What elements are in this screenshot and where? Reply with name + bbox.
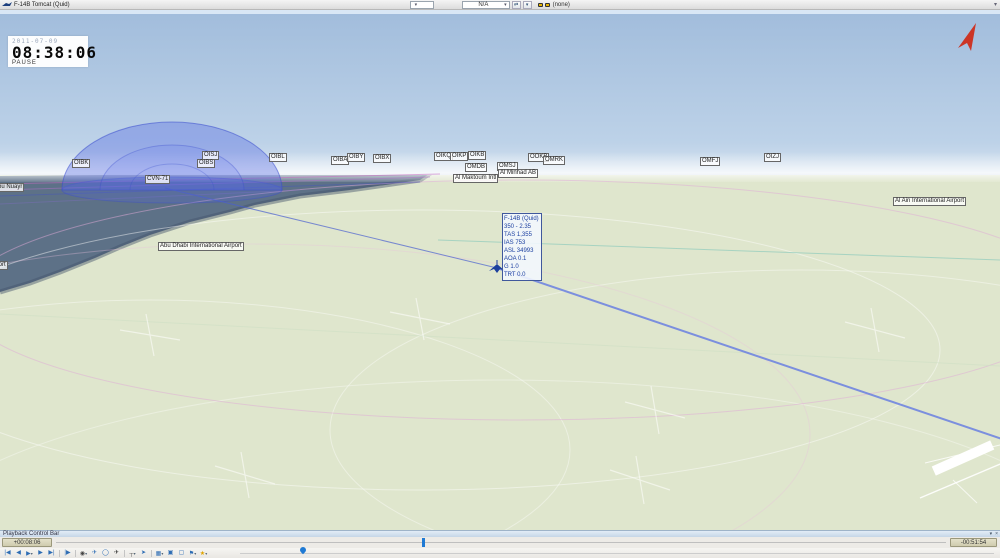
- telemetry-title: F-14B (Quid): [504, 216, 539, 222]
- vr-device-label: (none): [552, 1, 570, 8]
- cockpit-view-button[interactable]: ✈: [111, 549, 122, 558]
- aircraft-view-button[interactable]: ✈: [89, 549, 100, 558]
- map-label[interactable]: Abu Dhabi International Airport: [158, 242, 244, 251]
- timeline-rail: [56, 542, 946, 543]
- toolbar-separator: [75, 549, 76, 557]
- elapsed-time-button[interactable]: +00:08:06: [2, 538, 52, 547]
- playback-buttons: |◀ ◀ ▶▾ ▶ ▶| |▶ ◉▾ ✈ ◯ ✈ ┬▾ ➤ ▦▾ ▣ ▢ ⚑▾ ★▾: [2, 549, 209, 558]
- play-button[interactable]: ▶▾: [24, 549, 35, 558]
- labels-button[interactable]: ▣: [165, 549, 176, 558]
- map-label[interactable]: Abu Nuayr: [0, 183, 25, 192]
- map-label[interactable]: OIBL: [269, 153, 287, 162]
- jump-to-start-button[interactable]: |◀: [2, 549, 13, 558]
- map-label[interactable]: OMRK: [543, 156, 565, 165]
- map-label[interactable]: CVN-71: [145, 175, 171, 184]
- map-label[interactable]: OIBS: [197, 159, 216, 168]
- previous-sample-button[interactable]: ◀: [13, 549, 24, 558]
- toolbar-separator: [59, 549, 60, 557]
- favorites-button[interactable]: ★▾: [198, 549, 209, 558]
- telemetry-line: TRT 0.0: [504, 272, 526, 278]
- camera-button[interactable]: ◉▾: [78, 549, 89, 558]
- toolbar-separator: [151, 549, 152, 557]
- telemetry-line: ASL 34993: [504, 248, 534, 254]
- telemetry-popup: F-14B (Quid) 350 - 2.35 TAS 1,355 IAS 753 A…: [502, 213, 542, 281]
- map-label[interactable]: Airport: [0, 261, 8, 270]
- window-title: F-14B Tomcat (Quid): [14, 1, 70, 8]
- realtime-play-button[interactable]: |▶: [62, 549, 73, 558]
- telemetry-line: G 1.0: [504, 264, 519, 270]
- vr-glasses-icon[interactable]: [537, 2, 550, 8]
- jump-to-end-button[interactable]: ▶|: [46, 549, 57, 558]
- map-label[interactable]: Al Ain International Airport: [893, 197, 967, 206]
- globe-view-button[interactable]: ◯: [100, 549, 111, 558]
- telemetry-line: IAS 753: [504, 240, 526, 246]
- telemetry-lines: 350 - 2.35 TAS 1,355 IAS 753 ASL 34993 AOA 0…: [504, 223, 540, 279]
- clock-time: 08:38:06: [12, 43, 98, 62]
- telemetry-line: TAS 1,355: [504, 232, 532, 238]
- map-label[interactable]: OIKB: [468, 151, 487, 160]
- top-toolbar: F-14B Tomcat (Quid) ▾ N/A ▾ ⇄ ▾ (none) ▾: [0, 0, 1000, 10]
- swap-objects-button[interactable]: ▾: [522, 0, 532, 9]
- selection-button[interactable]: ➤: [138, 549, 149, 558]
- telemetry-button[interactable]: ┬▾: [127, 549, 138, 558]
- app-logo-icon: [2, 1, 12, 8]
- chevron-down-icon: ▾: [414, 1, 418, 8]
- bookmarks-button[interactable]: ⚑▾: [187, 549, 198, 558]
- timeline-track[interactable]: [56, 537, 946, 548]
- telemetry-line: 350 - 2.35: [504, 224, 532, 230]
- map-label[interactable]: OMDB: [465, 163, 487, 172]
- chevron-down-icon: ▾: [504, 1, 507, 8]
- clock-overlay: 2011-07-09 08:38:06 PAUSE: [8, 36, 98, 67]
- telemetry-line: AOA 0.1: [504, 256, 527, 262]
- tacview-window: F-14B Tomcat (Quid) ▾ N/A ▾ ⇄ ▾ (none) ▾: [0, 0, 1000, 558]
- map-label[interactable]: OIBY: [347, 153, 366, 162]
- toolbar-separator: [124, 549, 125, 557]
- next-sample-button[interactable]: ▶: [35, 549, 46, 558]
- objects-button[interactable]: ▢: [176, 549, 187, 558]
- charts-button[interactable]: ▦▾: [154, 549, 165, 558]
- toolbar-overflow-chevron-icon[interactable]: ▾: [994, 1, 997, 8]
- map-label[interactable]: OIBK: [72, 159, 91, 168]
- map-label[interactable]: Al Minhad AB: [498, 169, 539, 178]
- map-label[interactable]: OIZJ: [764, 153, 781, 162]
- remaining-time-button[interactable]: -00:51:54: [950, 538, 997, 547]
- object-combo[interactable]: ▾: [409, 0, 434, 9]
- playback-bar-header[interactable]: Playback Control Bar ▾ ×: [0, 530, 1000, 537]
- scene-3d: [0, 14, 1000, 530]
- world-viewport[interactable]: OIBK OISJ OIBS CVN-71 OIBL OIBA OIBY OIBX OIKQ OI…: [0, 14, 1000, 530]
- map-label[interactable]: OMFJ: [700, 157, 721, 166]
- map-label[interactable]: OIKP: [450, 152, 469, 161]
- map-label[interactable]: Al Maktoum Intl: [453, 174, 499, 183]
- playback-timeline-row: +00:08:06 -00:51:54: [0, 537, 1000, 548]
- timeline-cursor[interactable]: [422, 538, 425, 547]
- speed-slider-track[interactable]: [240, 545, 994, 555]
- link-objects-button[interactable]: ⇄: [511, 0, 521, 9]
- secondary-object-combo[interactable]: N/A ▾: [461, 0, 510, 9]
- map-label[interactable]: OIBX: [373, 154, 392, 163]
